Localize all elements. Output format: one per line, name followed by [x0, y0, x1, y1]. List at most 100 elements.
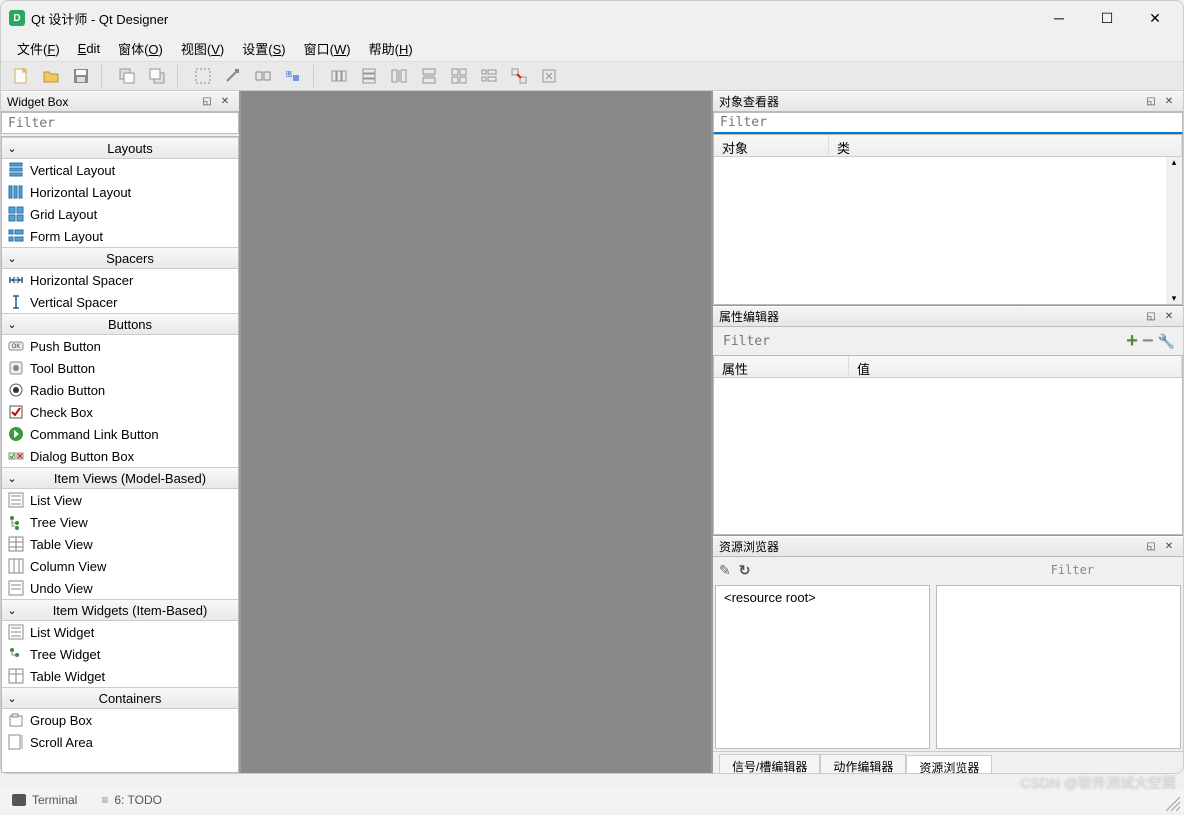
layout-vsplitter-icon[interactable] [415, 64, 443, 88]
expand-icon[interactable]: ⌄ [2, 472, 22, 485]
category-header[interactable]: ⌄Containers [2, 687, 238, 709]
layout-grid-icon[interactable] [445, 64, 473, 88]
add-property-icon[interactable]: + [1126, 330, 1138, 353]
widget-item[interactable]: Vertical Layout [2, 159, 238, 181]
send-back-icon[interactable] [113, 64, 141, 88]
remove-property-icon[interactable]: − [1142, 330, 1154, 353]
scrollbar[interactable]: ▴▾ [1166, 157, 1182, 304]
widget-box-filter[interactable] [1, 112, 239, 134]
dock-float-icon[interactable]: ◱ [199, 95, 215, 109]
minimize-button[interactable]: ─ [1039, 4, 1079, 32]
footer-todo[interactable]: ≡6: TODO [101, 793, 162, 807]
menu-file[interactable]: 文件(F) [9, 36, 68, 61]
dock-float-icon[interactable]: ◱ [1143, 540, 1159, 554]
app-icon: D [9, 10, 25, 26]
save-file-icon[interactable] [67, 64, 95, 88]
object-inspector-filter[interactable] [713, 112, 1183, 134]
widget-tree[interactable]: ⌄LayoutsVertical LayoutHorizontal Layout… [1, 136, 239, 773]
property-table[interactable]: 属性 值 [713, 355, 1183, 535]
widget-item[interactable]: Scroll Area [2, 731, 238, 753]
widget-item[interactable]: List View [2, 489, 238, 511]
resize-grip-icon[interactable] [1166, 797, 1180, 811]
adjust-size-icon[interactable] [535, 64, 563, 88]
widget-label: List View [30, 493, 82, 508]
maximize-button[interactable]: ☐ [1087, 4, 1127, 32]
widget-item[interactable]: Table Widget [2, 665, 238, 687]
widget-label: Command Link Button [30, 427, 159, 442]
widget-label: Push Button [30, 339, 101, 354]
dock-float-icon[interactable]: ◱ [1143, 310, 1159, 324]
widget-item[interactable]: Dialog Button Box [2, 445, 238, 467]
tab-actions[interactable]: 动作编辑器 [820, 754, 906, 773]
expand-icon[interactable]: ⌄ [2, 318, 22, 331]
bring-front-icon[interactable] [143, 64, 171, 88]
category-header[interactable]: ⌄Item Views (Model-Based) [2, 467, 238, 489]
close-button[interactable]: ✕ [1135, 4, 1175, 32]
widget-item[interactable]: List Widget [2, 621, 238, 643]
widget-item[interactable]: Undo View [2, 577, 238, 599]
widget-icon [8, 382, 24, 398]
object-tree[interactable]: 对象 类 ▴▾ [713, 134, 1183, 305]
menu-edit[interactable]: Edit [70, 38, 108, 59]
widget-item[interactable]: Radio Button [2, 379, 238, 401]
property-filter[interactable] [717, 330, 1126, 352]
menu-window[interactable]: 窗口(W) [296, 36, 359, 61]
menu-settings[interactable]: 设置(S) [234, 36, 293, 61]
window-title: Qt 设计师 - Qt Designer [31, 9, 168, 28]
widget-item[interactable]: Vertical Spacer [2, 291, 238, 313]
menu-help[interactable]: 帮助(H) [361, 36, 421, 61]
expand-icon[interactable]: ⌄ [2, 142, 22, 155]
widget-label: Radio Button [30, 383, 105, 398]
reload-icon[interactable]: ↻ [739, 562, 751, 579]
edit-widgets-icon[interactable] [189, 64, 217, 88]
widget-item[interactable]: Tree Widget [2, 643, 238, 665]
design-canvas[interactable] [241, 91, 711, 773]
category-header[interactable]: ⌄Layouts [2, 137, 238, 159]
edit-buddies-icon[interactable] [249, 64, 277, 88]
edit-signals-icon[interactable] [219, 64, 247, 88]
tab-signals[interactable]: 信号/槽编辑器 [719, 754, 820, 773]
tab-resources[interactable]: 资源浏览器 [906, 755, 992, 773]
category-label: Buttons [22, 317, 238, 332]
layout-vertical-icon[interactable] [355, 64, 383, 88]
widget-item[interactable]: Column View [2, 555, 238, 577]
open-file-icon[interactable] [37, 64, 65, 88]
layout-hsplitter-icon[interactable] [385, 64, 413, 88]
widget-item[interactable]: Table View [2, 533, 238, 555]
expand-icon[interactable]: ⌄ [2, 252, 22, 265]
expand-icon[interactable]: ⌄ [2, 604, 22, 617]
edit-resources-icon[interactable]: ✎ [719, 562, 731, 579]
widget-item[interactable]: Check Box [2, 401, 238, 423]
category-header[interactable]: ⌄Spacers [2, 247, 238, 269]
resource-preview[interactable] [936, 585, 1181, 749]
category-header[interactable]: ⌄Item Widgets (Item-Based) [2, 599, 238, 621]
footer-terminal[interactable]: Terminal [12, 793, 77, 807]
dock-close-icon[interactable]: ✕ [1161, 310, 1177, 324]
widget-item[interactable]: Command Link Button [2, 423, 238, 445]
new-file-icon[interactable] [7, 64, 35, 88]
widget-item[interactable]: Grid Layout [2, 203, 238, 225]
edit-tab-order-icon[interactable]: 12 [279, 64, 307, 88]
layout-form-icon[interactable] [475, 64, 503, 88]
widget-item[interactable]: Tree View [2, 511, 238, 533]
menu-form[interactable]: 窗体(O) [110, 36, 171, 61]
dock-close-icon[interactable]: ✕ [1161, 95, 1177, 109]
property-editor-panel: 属性编辑器 ◱ ✕ + − 🔧 属性 值 [713, 306, 1183, 536]
menu-view[interactable]: 视图(V) [173, 36, 232, 61]
category-header[interactable]: ⌄Buttons [2, 313, 238, 335]
dock-close-icon[interactable]: ✕ [217, 95, 233, 109]
expand-icon[interactable]: ⌄ [2, 692, 22, 705]
break-layout-icon[interactable] [505, 64, 533, 88]
layout-horizontal-icon[interactable] [325, 64, 353, 88]
widget-item[interactable]: Horizontal Layout [2, 181, 238, 203]
widget-item[interactable]: Form Layout [2, 225, 238, 247]
dock-float-icon[interactable]: ◱ [1143, 95, 1159, 109]
resource-tree[interactable]: <resource root> [715, 585, 930, 749]
widget-item[interactable]: Group Box [2, 709, 238, 731]
configure-icon[interactable]: 🔧 [1158, 333, 1175, 350]
widget-item[interactable]: Horizontal Spacer [2, 269, 238, 291]
widget-icon [8, 404, 24, 420]
dock-close-icon[interactable]: ✕ [1161, 540, 1177, 554]
widget-item[interactable]: OKPush Button [2, 335, 238, 357]
widget-item[interactable]: Tool Button [2, 357, 238, 379]
